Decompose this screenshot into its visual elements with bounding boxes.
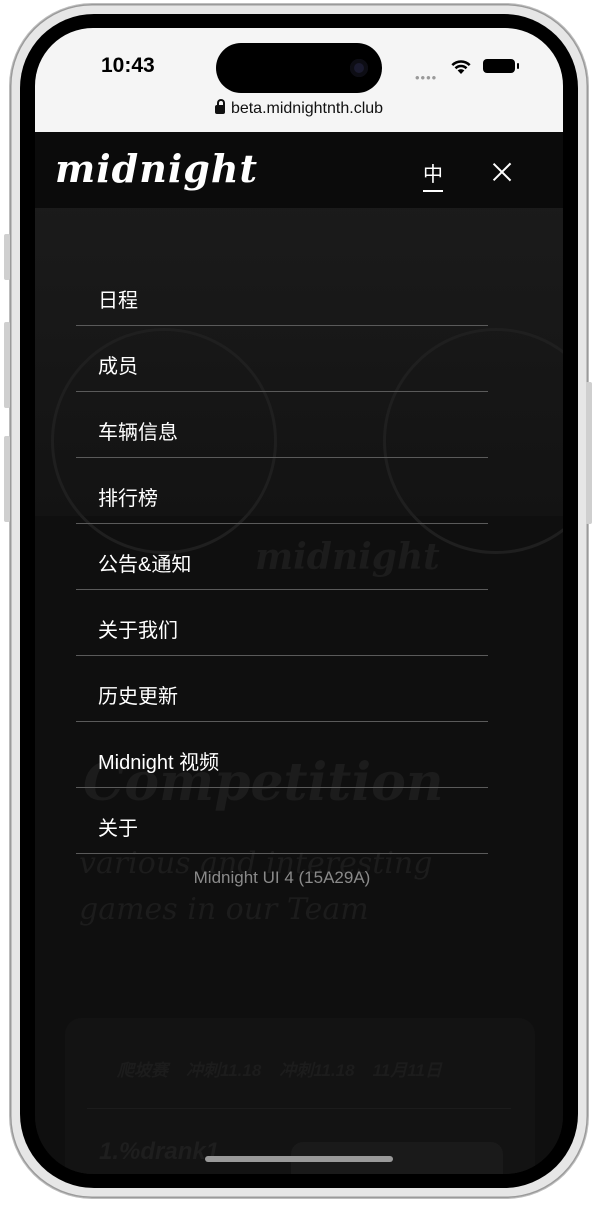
close-icon[interactable] — [491, 161, 513, 183]
language-toggle[interactable]: 中 — [423, 158, 443, 192]
site-logo[interactable]: midnight — [55, 146, 258, 191]
menu-item-leaderboard[interactable]: 排行榜 — [76, 458, 488, 524]
card-tab: 冲刺11.18 — [186, 1061, 262, 1080]
battery-icon — [483, 59, 519, 73]
menu-item-label: 历史更新 — [98, 686, 178, 708]
volume-up-button — [4, 322, 10, 408]
card-divider — [87, 1108, 511, 1109]
card-row: 1.%drank1 — [99, 1138, 220, 1165]
address-bar[interactable]: beta.midnightnth.club — [35, 99, 563, 118]
menu-item-label: 车辆信息 — [98, 422, 178, 444]
menu-item-vehicles[interactable]: 车辆信息 — [76, 392, 488, 458]
menu-item-label: 关于 — [98, 818, 138, 840]
card-tabs: 爬坡赛 冲刺11.18 冲刺11.18 11月11日 — [117, 1056, 442, 1081]
leaderboard-card: 爬坡赛 冲刺11.18 冲刺11.18 11月11日 1.%drank1 — [65, 1018, 535, 1174]
card-tab: 冲刺11.18 — [279, 1061, 355, 1080]
url-text: beta.midnightnth.club — [230, 100, 384, 117]
menu-item-label: 公告&通知 — [98, 554, 192, 576]
home-indicator[interactable] — [205, 1156, 393, 1162]
card-tab: 11月11日 — [372, 1061, 442, 1080]
lock-icon — [214, 99, 225, 114]
menu-item-label: 排行榜 — [98, 488, 158, 510]
power-button — [586, 382, 592, 524]
menu-item-videos[interactable]: Midnight 视频 — [76, 722, 488, 788]
menu-item-label: 日程 — [98, 290, 138, 312]
status-bar: 10:43 •••• beta.midnightnth.club — [35, 28, 563, 132]
dynamic-island — [216, 43, 382, 93]
camera-icon — [350, 59, 368, 77]
menu-item-label: 成员 — [98, 356, 138, 378]
menu-item-label: 关于我们 — [98, 620, 178, 642]
menu-item-about-us[interactable]: 关于我们 — [76, 590, 488, 656]
version-text: Midnight UI 4 (15A29A) — [193, 868, 371, 887]
card-tab: 爬坡赛 — [117, 1061, 168, 1080]
menu-item-announcements[interactable]: 公告&通知 — [76, 524, 488, 590]
menu-item-about[interactable]: 关于 — [76, 788, 488, 854]
menu-item-label: Midnight 视频 — [98, 752, 220, 774]
action-button — [4, 234, 10, 280]
screen: midnight Competition various and interes… — [35, 28, 563, 1174]
volume-down-button — [4, 436, 10, 522]
menu-item-history[interactable]: 历史更新 — [76, 656, 488, 722]
page: midnight Competition various and interes… — [35, 132, 563, 1174]
competition-subtitle-2: games in our Team — [79, 892, 369, 927]
menu-item-schedule[interactable]: 日程 — [76, 260, 488, 326]
menu-item-members[interactable]: 成员 — [76, 326, 488, 392]
site-header: midnight 中 — [35, 132, 563, 208]
nav-menu: 日程 成员 车辆信息 排行榜 公告&通知 关于我们 历史更新 Midnight … — [76, 260, 488, 854]
status-time: 10:43 — [101, 54, 155, 77]
wifi-icon — [451, 60, 471, 74]
cellular-signal-icon: •••• — [415, 70, 438, 85]
